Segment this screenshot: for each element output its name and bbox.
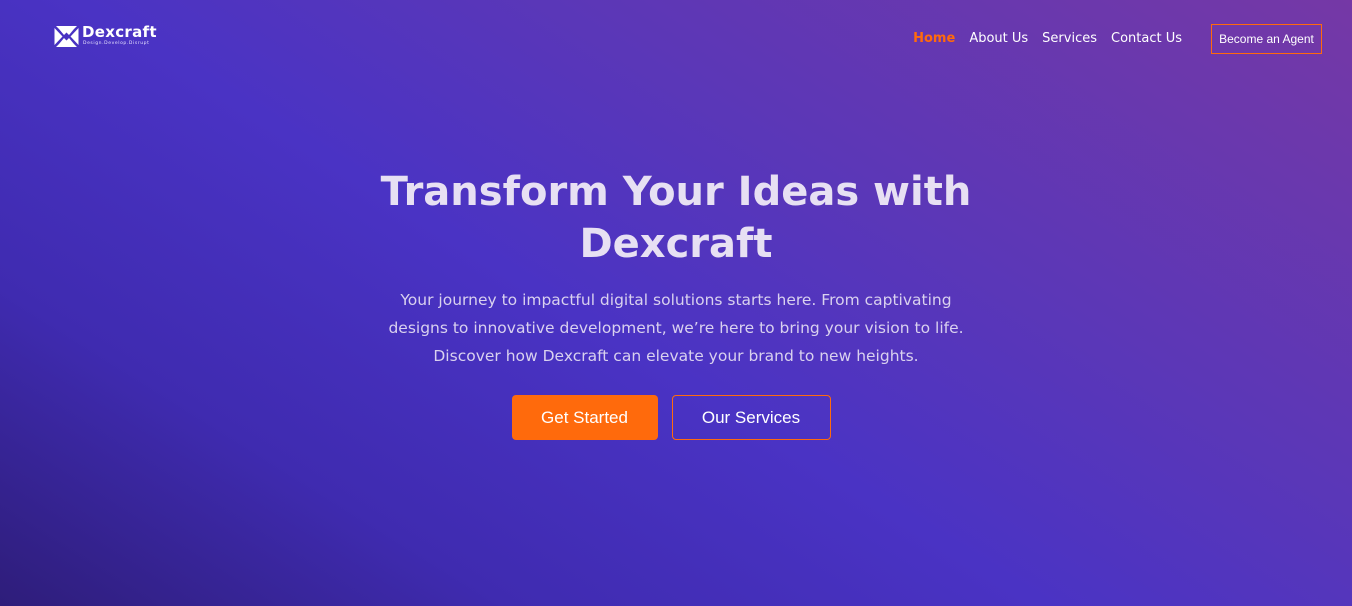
nav-item-home[interactable]: Home	[913, 30, 955, 48]
nav-item-about-us[interactable]: About Us	[969, 30, 1028, 48]
get-started-button[interactable]: Get Started	[511, 395, 658, 440]
hero-description: Your journey to impactful digital soluti…	[388, 291, 964, 365]
dexcraft-logo-icon	[54, 26, 79, 47]
nav-menu: Home About Us Services Contact Us	[899, 30, 1182, 48]
brand-tagline: Design.Develop.Disrupt	[83, 41, 150, 46]
nav-item-contact-us[interactable]: Contact Us	[1111, 30, 1182, 48]
hero-actions: Get Started Our Services	[0, 395, 1352, 440]
our-services-button[interactable]: Our Services	[671, 395, 831, 440]
brand-text: Dexcraft Design.Develop.Disrupt	[82, 23, 157, 47]
navbar: Dexcraft Design.Develop.Disrupt Home Abo…	[0, 0, 1352, 78]
brand-logo[interactable]: Dexcraft Design.Develop.Disrupt	[54, 24, 157, 49]
hero-section: Transform Your Ideas with Dexcraft Your …	[0, 166, 1352, 370]
become-agent-button[interactable]: Become an Agent	[1211, 24, 1322, 54]
hero-title: Transform Your Ideas with Dexcraft	[380, 169, 972, 267]
brand-name: Dexcraft	[82, 23, 157, 41]
nav-item-services[interactable]: Services	[1042, 30, 1097, 48]
